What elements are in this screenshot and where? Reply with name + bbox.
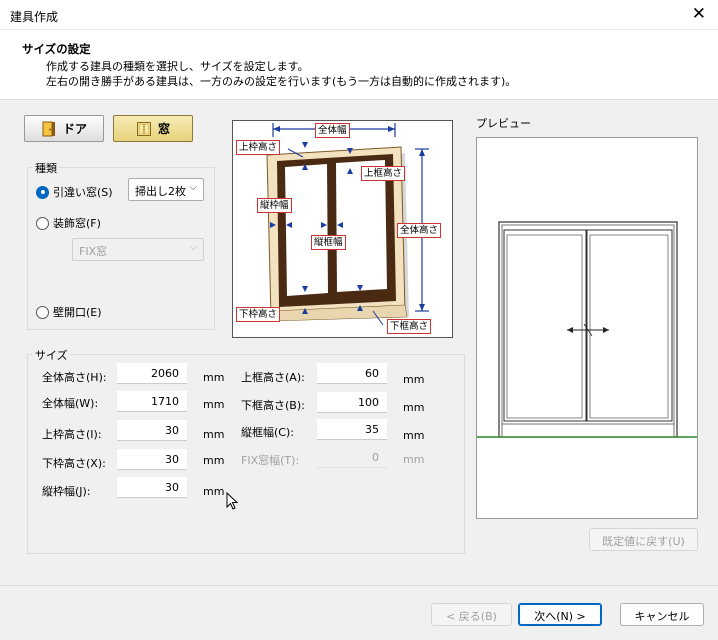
mullion-width-input[interactable]: 35 <box>317 419 387 440</box>
unit-mm: mm <box>403 453 425 466</box>
window-type-button[interactable]: 窓 <box>113 115 193 142</box>
wizard-header: サイズの設定 作成する建具の種類を選択し、サイズを設定します。 左右の開き勝手が… <box>0 31 718 100</box>
reset-defaults-button: 既定値に戻す(U) <box>589 528 698 551</box>
label-mullion-width: 縦框幅 <box>311 235 346 250</box>
sliding-type-select[interactable]: 掃出し2枚 ⌵ <box>128 178 204 201</box>
bottom-rail-height-label: 下框高さ(B): <box>241 399 305 412</box>
label-top-frame-height: 上枠高さ <box>236 140 281 155</box>
decorative-type-value: FIX窓 <box>79 245 108 258</box>
unit-mm: mm <box>203 454 225 467</box>
unit-mm: mm <box>203 398 225 411</box>
title-bar: 建具作成 ✕ <box>0 0 718 30</box>
decorative-type-select: FIX窓 ⌵ <box>72 238 204 261</box>
unit-mm: mm <box>203 485 225 498</box>
door-type-label: ドア <box>62 122 87 136</box>
mullion-width-label: 縦框幅(C): <box>241 426 294 439</box>
fix-window-width-input: 0 <box>317 447 387 468</box>
preview-label: プレビュー <box>476 117 531 130</box>
dimension-diagram: 全体幅 上枠高さ 上框高さ 縦枠幅 縦框幅 全体高さ 下枠高さ 下框高さ <box>232 120 453 338</box>
mouse-cursor-icon <box>226 491 239 510</box>
unit-mm: mm <box>203 428 225 441</box>
overall-height-input[interactable]: 2060 <box>117 363 187 384</box>
label-bottom-rail-height: 下框高さ <box>387 319 432 334</box>
radio-decorative-window[interactable]: 装飾窓(F) <box>36 215 101 231</box>
radio-dot <box>36 305 49 319</box>
window-type-label: 窓 <box>157 122 170 136</box>
cancel-button[interactable]: キャンセル <box>620 603 704 626</box>
top-frame-height-label: 上枠高さ(I): <box>42 428 102 441</box>
label-bottom-frame-height: 下枠高さ <box>236 307 281 322</box>
radio-wall-opening[interactable]: 壁開口(E) <box>36 304 102 320</box>
overall-width-label: 全体幅(W): <box>42 397 99 410</box>
stile-width-label: 縦枠幅(J): <box>42 485 91 498</box>
unit-mm: mm <box>403 401 425 414</box>
step-title: サイズの設定 <box>22 42 91 56</box>
fix-window-width-label: FIX窓幅(T): <box>241 454 300 467</box>
chevron-down-icon: ⌵ <box>189 242 197 253</box>
unit-mm: mm <box>403 373 425 386</box>
preview-pane <box>476 137 698 519</box>
top-rail-height-label: 上框高さ(A): <box>241 371 305 384</box>
radio-dot <box>36 216 49 230</box>
label-overall-width: 全体幅 <box>315 123 350 138</box>
unit-mm: mm <box>203 371 225 384</box>
radio-dot-selected <box>36 185 49 199</box>
bottom-frame-height-input[interactable]: 30 <box>117 449 187 470</box>
size-group-label: サイズ <box>33 347 70 363</box>
wizard-footer: < 戻る(B) 次へ(N) > キャンセル <box>0 585 718 640</box>
chevron-down-icon: ⌵ <box>189 182 197 193</box>
radio-sliding-label: 引違い窓(S) <box>53 186 113 199</box>
kind-group-label: 種類 <box>33 160 59 176</box>
radio-decorative-label: 装飾窓(F) <box>53 217 101 230</box>
sliding-type-value: 掃出し2枚 <box>135 185 186 198</box>
step-description-2: 左右の開き勝手がある建具は、一方のみの設定を行います(もう一方は自動的に作成され… <box>46 75 517 88</box>
overall-width-input[interactable]: 1710 <box>117 391 187 412</box>
label-top-rail-height: 上框高さ <box>361 166 406 181</box>
close-icon[interactable]: ✕ <box>692 4 706 24</box>
unit-mm: mm <box>403 429 425 442</box>
radio-sliding-window[interactable]: 引違い窓(S) <box>36 184 113 200</box>
door-icon <box>41 121 57 137</box>
bottom-frame-height-label: 下枠高さ(X): <box>42 457 106 470</box>
radio-opening-label: 壁開口(E) <box>53 306 102 319</box>
label-stile-width: 縦枠幅 <box>257 198 292 213</box>
top-rail-height-input[interactable]: 60 <box>317 363 387 384</box>
back-button: < 戻る(B) <box>431 603 512 626</box>
door-type-button[interactable]: ドア <box>24 115 104 142</box>
top-frame-height-input[interactable]: 30 <box>117 420 187 441</box>
window-title: 建具作成 <box>10 10 59 24</box>
stile-width-input[interactable]: 30 <box>117 477 187 498</box>
window-icon <box>136 121 152 137</box>
content-area: ドア 窓 種類 引違い窓(S) 掃出し2枚 ⌵ 装飾窓(F) FIX窓 ⌵ 壁開… <box>0 100 718 585</box>
label-overall-height: 全体高さ <box>397 223 442 238</box>
overall-height-label: 全体高さ(H): <box>42 371 107 384</box>
bottom-rail-height-input[interactable]: 100 <box>317 392 387 413</box>
step-description-1: 作成する建具の種類を選択し、サイズを設定します。 <box>46 60 309 73</box>
next-button[interactable]: 次へ(N) > <box>518 603 602 626</box>
